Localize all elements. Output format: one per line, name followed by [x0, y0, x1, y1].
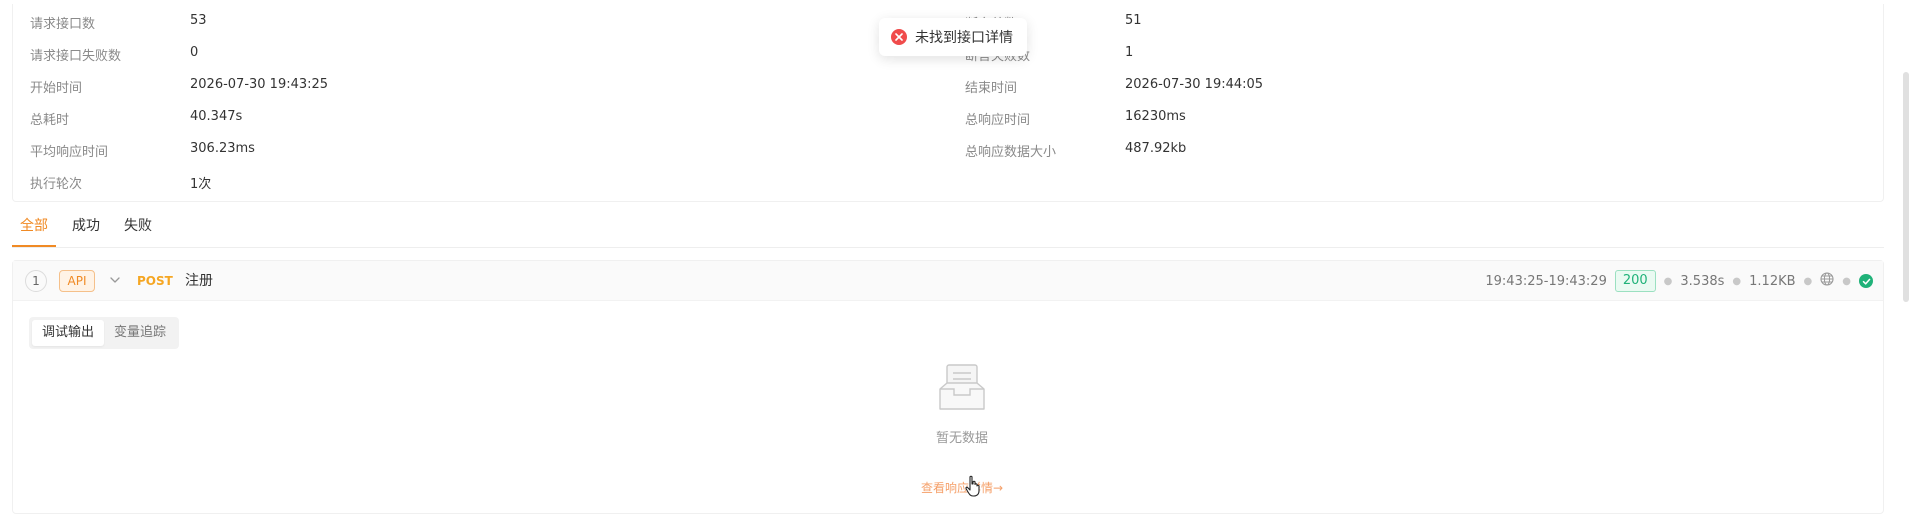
- stat-label-total-response-time: 总响应时间: [965, 113, 1031, 128]
- stat-value-total-duration: 40.347s: [190, 109, 243, 124]
- request-index: 1: [25, 270, 47, 292]
- stat-value-avg-response: 306.23ms: [190, 141, 255, 156]
- stat-label-total-response-size: 总响应数据大小: [965, 145, 1057, 160]
- toast-message: 未找到接口详情: [915, 30, 1013, 46]
- empty-box-icon: [937, 361, 987, 413]
- tab-success[interactable]: 成功: [72, 214, 100, 248]
- request-meta: 19:43:25-19:43:29 200 ● 3.538s ● 1.12KB …: [1485, 270, 1873, 292]
- request-method: POST: [137, 274, 173, 288]
- stat-value-assert-count: 51: [1125, 13, 1142, 28]
- stat-label-rounds: 执行轮次: [30, 177, 83, 192]
- request-size: 1.12KB: [1749, 273, 1796, 289]
- stat-label-request-failed: 请求接口失败数: [30, 49, 122, 64]
- stat-value-assert-failed: 1: [1125, 45, 1134, 60]
- stat-label-request-count: 请求接口数: [30, 17, 96, 32]
- stat-value-request-failed: 0: [190, 45, 199, 60]
- stat-label-avg-response: 平均响应时间: [30, 145, 109, 160]
- separator-dot: ●: [1842, 275, 1851, 287]
- stat-value-start-time: 2026-07-30 19:43:25: [190, 77, 329, 92]
- separator-dot: ●: [1803, 275, 1813, 287]
- tab-all[interactable]: 全部: [20, 214, 48, 248]
- request-time-range: 19:43:25-19:43:29: [1485, 273, 1607, 289]
- stat-value-end-time: 2026-07-30 19:44:05: [1125, 77, 1264, 92]
- check-circle-icon: [1859, 274, 1873, 288]
- scrollbar[interactable]: [1903, 72, 1909, 302]
- stat-label-start-time: 开始时间: [30, 81, 83, 96]
- stat-value-request-count: 53: [190, 13, 207, 28]
- globe-icon[interactable]: [1820, 272, 1834, 290]
- active-tab-indicator: [12, 245, 56, 247]
- tab-failed[interactable]: 失败: [124, 214, 152, 248]
- status-code-badge: 200: [1614, 270, 1656, 292]
- error-circle-icon: [891, 29, 907, 45]
- stat-value-rounds: 1次: [190, 177, 212, 192]
- error-toast: 未找到接口详情: [879, 18, 1027, 56]
- request-name: 注册: [185, 273, 213, 289]
- chevron-down-icon[interactable]: [107, 272, 123, 288]
- separator-dot: ●: [1732, 275, 1742, 287]
- report-page: 请求接口数 53 请求接口失败数 0 开始时间 2026-07-30 19:43…: [0, 0, 1912, 524]
- view-response-link[interactable]: 查看响应详情→: [889, 479, 1035, 496]
- empty-state-text: 暂无数据: [935, 431, 988, 446]
- detail-tabs: 调试输出 变量追踪: [29, 317, 180, 349]
- stat-value-total-response-time: 16230ms: [1125, 109, 1186, 124]
- stat-value-total-response-size: 487.92kb: [1125, 141, 1187, 156]
- hand-cursor-icon: [965, 475, 981, 497]
- tab-variable-trace[interactable]: 变量追踪: [104, 320, 176, 346]
- stat-label-total-duration: 总耗时: [30, 113, 70, 128]
- request-header[interactable]: 1 API POST 注册 19:43:25-19:43:29 200 ● 3.…: [13, 261, 1883, 301]
- request-card: 1 API POST 注册 19:43:25-19:43:29 200 ● 3.…: [12, 260, 1884, 514]
- tab-debug-output[interactable]: 调试输出: [32, 320, 105, 346]
- separator-dot: ●: [1663, 275, 1673, 287]
- request-type-badge: API: [59, 270, 95, 292]
- request-duration: 3.538s: [1680, 273, 1725, 289]
- stat-label-end-time: 结束时间: [965, 81, 1018, 96]
- result-filter-tabs: 全部 成功 失败: [12, 214, 1884, 248]
